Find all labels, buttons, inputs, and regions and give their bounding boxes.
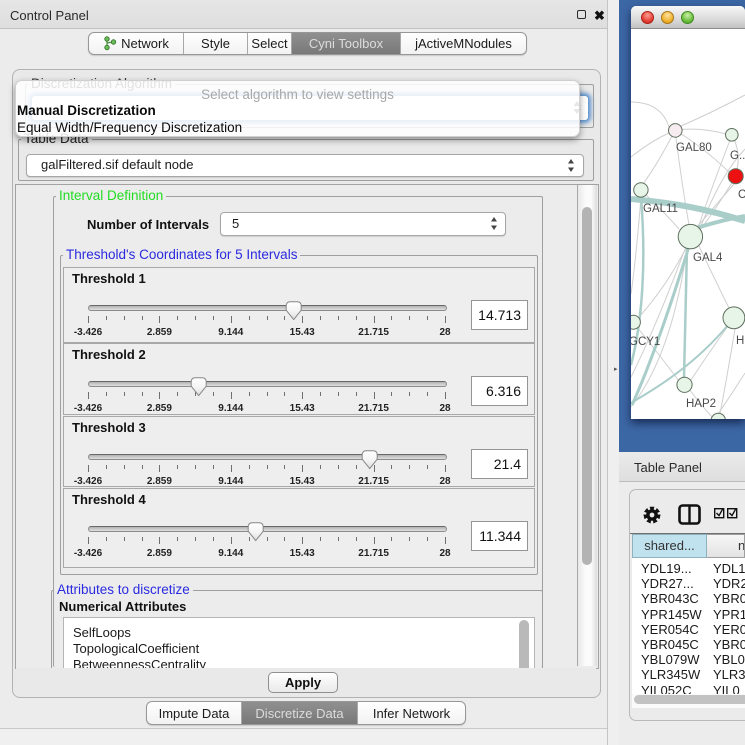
svg-text:GAL11: GAL11: [643, 203, 678, 215]
svg-text:H: H: [736, 335, 744, 347]
svg-text:G...: G...: [730, 150, 745, 162]
svg-text:C...: C...: [738, 189, 745, 201]
svg-text:GCY1: GCY1: [631, 336, 660, 348]
svg-text:GAL4: GAL4: [693, 252, 723, 264]
svg-text:GAL80: GAL80: [676, 142, 712, 154]
svg-text:HAP2: HAP2: [686, 398, 716, 410]
